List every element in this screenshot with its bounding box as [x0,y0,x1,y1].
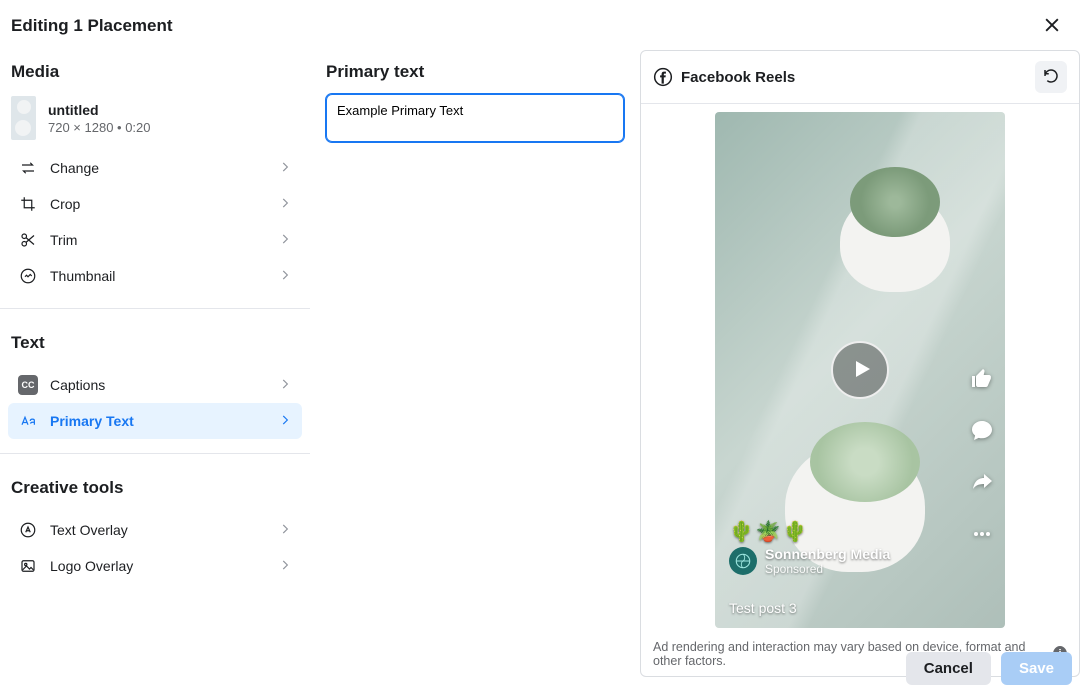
primary-text-input[interactable] [326,94,624,142]
swap-icon [18,158,38,178]
sidebar-item-captions[interactable]: CC Captions [8,367,302,403]
cancel-button[interactable]: Cancel [906,652,991,685]
text-icon [18,411,38,431]
sidebar-item-label: Captions [50,377,266,393]
refresh-icon [1042,67,1060,88]
more-icon [970,522,994,549]
thumbnail-icon [18,266,38,286]
sidebar-item-logo-overlay[interactable]: Logo Overlay [8,548,302,584]
comment-icon [970,418,994,445]
comment-button[interactable] [969,418,995,444]
sidebar-item-label: Crop [50,196,266,212]
facebook-icon [653,67,673,87]
post-title: Test post 3 [729,600,945,616]
media-thumbnail [11,96,36,140]
crop-icon [18,194,38,214]
captions-icon: CC [18,375,38,395]
more-button[interactable] [969,522,995,548]
brand-avatar [729,547,757,575]
scissors-icon [18,230,38,250]
sidebar-item-change[interactable]: Change [8,150,302,186]
chevron-right-icon [278,558,292,575]
image-icon [18,556,38,576]
media-file-row: untitled 720 × 1280 • 0:20 [0,92,310,146]
reel-preview: 🌵🪴🌵 Sonnenberg Media Sponsored Test post… [715,112,1005,628]
chevron-right-icon [278,522,292,539]
emoji-row: 🌵🪴🌵 [729,519,945,544]
placement-name: Facebook Reels [681,69,795,86]
chevron-right-icon [278,268,292,285]
sponsored-label: Sponsored [765,562,890,576]
field-label-primary-text: Primary text [326,62,624,82]
close-icon [1042,15,1062,38]
sidebar-item-text-overlay[interactable]: Text Overlay [8,512,302,548]
text-overlay-icon [18,520,38,540]
section-title-media: Media [0,48,310,92]
chevron-right-icon [278,413,292,430]
sidebar-item-primary-text[interactable]: Primary Text [8,403,302,439]
share-icon [970,470,994,497]
sidebar: Media untitled 720 × 1280 • 0:20 Change … [0,48,310,677]
sidebar-item-label: Change [50,160,266,176]
media-file-name: untitled [48,102,151,118]
close-button[interactable] [1038,12,1066,40]
save-button[interactable]: Save [1001,652,1072,685]
chevron-right-icon [278,196,292,213]
section-title-creative-tools: Creative tools [0,464,310,508]
brand-name: Sonnenberg Media [765,546,890,562]
sidebar-item-trim[interactable]: Trim [8,222,302,258]
share-button[interactable] [969,470,995,496]
play-icon [846,357,874,384]
editor-panel: Primary text [320,48,630,677]
sidebar-item-crop[interactable]: Crop [8,186,302,222]
like-icon [970,366,994,393]
page-title: Editing 1 Placement [11,16,173,36]
chevron-right-icon [278,232,292,249]
play-button[interactable] [831,341,889,399]
sidebar-item-label: Thumbnail [50,268,266,284]
sidebar-item-label: Primary Text [50,413,266,429]
chevron-right-icon [278,160,292,177]
refresh-button[interactable] [1035,61,1067,93]
sidebar-item-thumbnail[interactable]: Thumbnail [8,258,302,294]
sidebar-item-label: Logo Overlay [50,558,266,574]
media-file-dims: 720 × 1280 • 0:20 [48,120,151,135]
sidebar-item-label: Text Overlay [50,522,266,538]
section-title-text: Text [0,319,310,363]
chevron-right-icon [278,377,292,394]
sidebar-item-label: Trim [50,232,266,248]
preview-card: Facebook Reels [640,50,1080,677]
like-button[interactable] [969,366,995,392]
